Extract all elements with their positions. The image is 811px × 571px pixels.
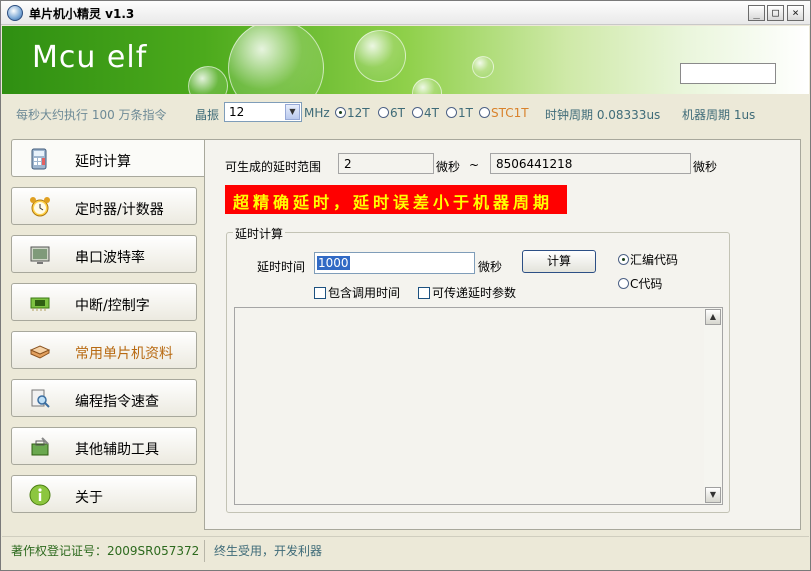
radio-selected-icon — [335, 107, 346, 118]
oscillator-settings-row: 每秒大约执行 100 万条指令 晶振 12 ▼ MHz 12T 6T 4T 1T… — [2, 95, 809, 133]
app-window: 单片机小精灵 v1.3 _ □ × Mcu elf 每秒大约执行 100 万条指… — [0, 0, 811, 571]
precision-banner-text: 超精确延时，延时误差小于机器周期 — [233, 193, 554, 212]
book-icon — [29, 345, 51, 359]
header-banner: Mcu elf — [2, 26, 809, 94]
range-unit-label: 微秒 — [693, 160, 718, 174]
group-title: 延时计算 — [233, 225, 286, 242]
chip-board-icon — [30, 297, 50, 311]
oscillator-select[interactable]: 12 ▼ — [224, 102, 302, 122]
bubble-decoration — [354, 30, 406, 82]
mode-radio-12t[interactable]: 12T — [335, 106, 370, 120]
sidebar-item-label: 中断/控制字 — [75, 298, 150, 314]
logo-text: Mcu elf — [32, 40, 148, 75]
pass-param-checkbox[interactable]: 可传递延时参数 — [418, 284, 516, 301]
mode-label: 4T — [424, 106, 439, 120]
maximize-button[interactable]: □ — [767, 5, 784, 21]
mhz-label: MHz — [304, 106, 330, 120]
scroll-down-icon[interactable]: ▼ — [705, 487, 721, 503]
calculator-icon — [31, 148, 47, 170]
toolbox-icon — [31, 437, 49, 456]
delay-time-input[interactable]: 1000 — [314, 252, 475, 274]
code-option-label: C代码 — [630, 277, 663, 291]
oscillator-value: 12 — [229, 105, 245, 119]
mode-radio-6t[interactable]: 6T — [378, 106, 405, 120]
scroll-up-icon[interactable]: ▲ — [705, 309, 721, 325]
instructions-per-second: 每秒大约执行 100 万条指令 — [16, 108, 167, 122]
calculate-button[interactable]: 计算 — [522, 250, 596, 273]
bubble-decoration — [188, 66, 228, 94]
sidebar-item-label: 串口波特率 — [75, 250, 145, 266]
mode-radio-4t[interactable]: 4T — [412, 106, 439, 120]
close-button[interactable]: × — [787, 5, 804, 21]
bubble-decoration — [472, 56, 494, 78]
output-scrollbar[interactable]: ▲ ▼ — [704, 308, 722, 504]
sidebar-item-label: 编程指令速查 — [75, 394, 159, 410]
bubble-decoration — [228, 26, 324, 94]
checkbox-label: 包含调用时间 — [328, 286, 401, 300]
bubble-decoration — [412, 78, 442, 94]
range-max-field[interactable]: 8506441218 — [490, 153, 691, 174]
monitor-icon — [30, 246, 50, 264]
app-icon — [7, 5, 23, 21]
sidebar-item-label: 常用单片机资料 — [75, 346, 173, 362]
range-min-field[interactable]: 2 — [338, 153, 434, 174]
title-bar[interactable]: 单片机小精灵 v1.3 _ □ × — [1, 1, 810, 25]
sidebar-item-mcu-docs[interactable]: 常用单片机资料 — [11, 331, 197, 369]
chevron-down-icon[interactable]: ▼ — [285, 104, 300, 120]
mode-label: 12T — [347, 106, 370, 120]
minimize-button[interactable]: _ — [748, 5, 765, 21]
clock-period: 时钟周期 0.08333us — [545, 108, 661, 122]
range-label: 可生成的延时范围 — [225, 160, 322, 174]
sidebar-item-instruction-ref[interactable]: 编程指令速查 — [11, 379, 197, 417]
radio-icon — [446, 107, 457, 118]
mode-label: STC1T — [491, 106, 529, 120]
mode-radio-1t[interactable]: 1T — [446, 106, 473, 120]
delay-time-label: 延时时间 — [257, 260, 306, 274]
precision-banner: 超精确延时，延时误差小于机器周期 — [225, 185, 567, 214]
range-max-value: 8506441218 — [496, 157, 573, 171]
code-output-textarea[interactable] — [234, 307, 723, 505]
alarm-clock-icon — [30, 197, 50, 217]
mode-label: 1T — [458, 106, 473, 120]
checkbox-icon — [314, 287, 326, 299]
sidebar-item-other-tools[interactable]: 其他辅助工具 — [11, 427, 197, 465]
sidebar-item-label: 关于 — [75, 490, 103, 506]
status-divider — [204, 540, 205, 562]
oscillator-label: 晶振 — [195, 108, 220, 122]
range-tilde: ~ — [469, 158, 480, 172]
sidebar-item-baud-rate[interactable]: 串口波特率 — [11, 235, 197, 273]
sidebar-item-delay-calc[interactable]: 延时计算 — [11, 139, 205, 177]
sidebar-item-interrupt[interactable]: 中断/控制字 — [11, 283, 197, 321]
radio-icon — [479, 107, 490, 118]
radio-icon — [378, 107, 389, 118]
c-code-radio[interactable]: C代码 — [618, 275, 662, 292]
range-unit-label: 微秒 — [436, 160, 461, 174]
banner-text-field[interactable] — [680, 63, 776, 84]
radio-selected-icon — [618, 254, 629, 265]
sidebar-item-label: 定时器/计数器 — [75, 202, 164, 218]
sidebar-item-timer-counter[interactable]: 定时器/计数器 — [11, 187, 197, 225]
status-bar: 著作权登记证号：2009SR057372 终生受用，开发利器 — [2, 536, 809, 570]
delay-time-value: 1000 — [317, 256, 350, 270]
mode-radio-stc1t[interactable]: STC1T — [479, 106, 529, 120]
include-call-time-checkbox[interactable]: 包含调用时间 — [314, 284, 400, 301]
sidebar-item-about[interactable]: 关于 — [11, 475, 197, 513]
copyright-registration: 著作权登记证号：2009SR057372 — [11, 544, 200, 558]
slogan-text: 终生受用，开发利器 — [214, 544, 323, 558]
code-option-label: 汇编代码 — [630, 253, 679, 267]
asm-code-radio[interactable]: 汇编代码 — [618, 251, 678, 268]
checkbox-label: 可传递延时参数 — [432, 286, 517, 300]
machine-period: 机器周期 1us — [682, 108, 756, 122]
range-min-value: 2 — [344, 157, 352, 171]
radio-icon — [618, 278, 629, 289]
delay-unit-label: 微秒 — [478, 260, 503, 274]
sidebar-item-label: 延时计算 — [75, 154, 131, 170]
mode-label: 6T — [390, 106, 405, 120]
checkbox-icon — [418, 287, 430, 299]
search-document-icon — [31, 389, 50, 408]
sidebar-item-label: 其他辅助工具 — [75, 442, 159, 458]
window-title: 单片机小精灵 v1.3 — [29, 7, 135, 21]
radio-icon — [412, 107, 423, 118]
info-icon — [29, 484, 51, 506]
